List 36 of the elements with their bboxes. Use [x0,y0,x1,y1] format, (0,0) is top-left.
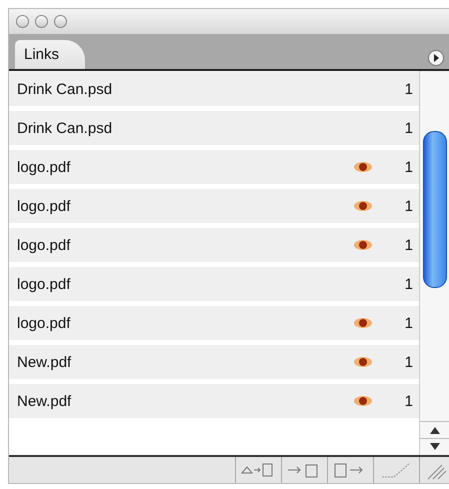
window-button[interactable] [54,15,67,28]
link-name: logo.pdf [17,198,72,214]
link-row[interactable]: logo.pdf 1 [9,267,419,301]
link-count: 1 [404,236,413,254]
link-row[interactable]: New.pdf 1 [9,345,419,379]
link-name: logo.pdf [17,276,72,292]
link-count: 1 [404,158,413,176]
link-count: 1 [404,314,413,332]
link-name: logo.pdf [17,158,72,176]
link-row[interactable]: Drink Can.psd 1 [9,72,419,106]
window-button[interactable] [16,15,29,28]
link-name: Drink Can.psd [17,80,114,98]
link-name: logo.pdf [17,236,72,254]
link-count: 1 [404,392,413,410]
scroll-thumb[interactable] [423,131,447,288]
scrollbar[interactable] [419,71,449,455]
link-row[interactable]: New.pdf 1 [9,384,419,418]
link-row[interactable]: logo.pdf 1 [9,150,419,184]
links-tab[interactable]: Links [15,40,86,69]
link-name: Drink Can.psd [17,120,114,136]
link-name: New.pdf [17,354,72,370]
link-row[interactable]: logo.pdf 1 [9,189,419,223]
link-name: New.pdf [17,392,72,410]
panel-menu-button[interactable] [428,50,444,66]
link-row[interactable]: Drink Can.psd 1 [9,111,419,145]
link-count: 1 [404,354,413,370]
link-count: 1 [404,120,413,136]
link-row[interactable]: logo.pdf 1 [9,228,419,262]
link-row[interactable]: logo.pdf 1 [9,306,419,340]
triangle-icon [433,54,439,62]
window-button[interactable] [35,15,48,28]
link-count: 1 [404,198,413,214]
resize-grip-icon[interactable] [419,457,449,483]
link-count: 1 [404,276,413,292]
link-count: 1 [404,80,413,98]
link-name: logo.pdf [17,314,72,332]
